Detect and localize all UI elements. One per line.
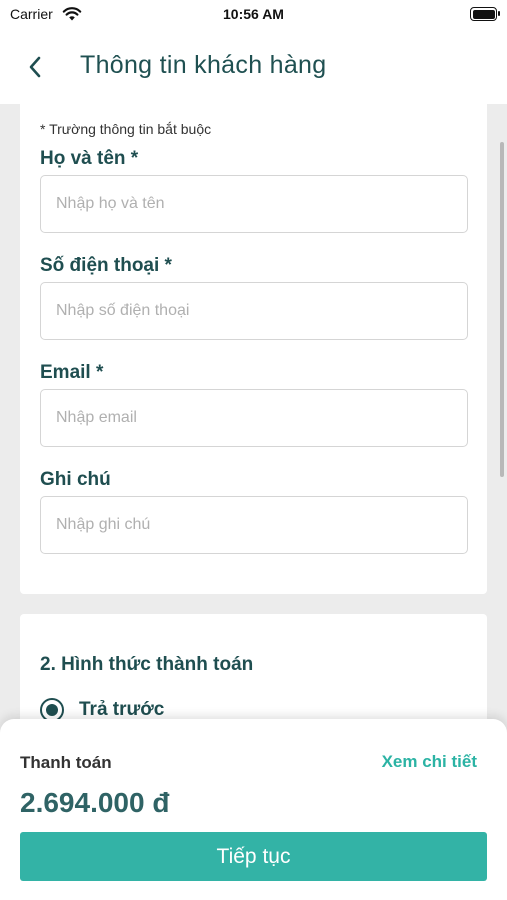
full-name-label: Họ và tên * [40,148,139,169]
required-note: * Trường thông tin bắt buộc [40,121,212,137]
radio-selected-dot [46,704,58,716]
nav-bar: Thông tin khách hàng [0,30,507,104]
email-input[interactable] [40,389,468,447]
payment-section-title: 2. Hình thức thành toán [40,654,254,675]
email-label: Email * [40,362,104,383]
total-amount: 2.694.000 đ [20,787,170,818]
clock: 10:56 AM [223,6,284,22]
view-details-link[interactable]: Xem chi tiết [382,752,477,772]
battery-icon [470,7,500,21]
customer-info-card: * Trường thông tin bắt buộc Họ và tên * … [20,104,487,594]
continue-button[interactable]: Tiếp tục [20,832,487,881]
page-title: Thông tin khách hàng [80,51,327,79]
payment-label: Thanh toán [20,753,112,772]
note-label: Ghi chú [40,469,111,490]
prepaid-label[interactable]: Trả trước [79,699,164,721]
phone-input[interactable] [40,282,468,340]
back-button[interactable] [18,50,52,84]
full-name-input[interactable] [40,175,468,233]
chevron-left-icon [29,56,41,78]
status-bar: Carrier 10:56 AM [0,0,507,30]
note-input[interactable] [40,496,468,554]
phone-label: Số điện thoại * [40,255,172,276]
scrollbar[interactable] [500,142,504,477]
payment-summary-sheet: Thanh toán Xem chi tiết 2.694.000 đ Tiếp… [0,719,507,900]
